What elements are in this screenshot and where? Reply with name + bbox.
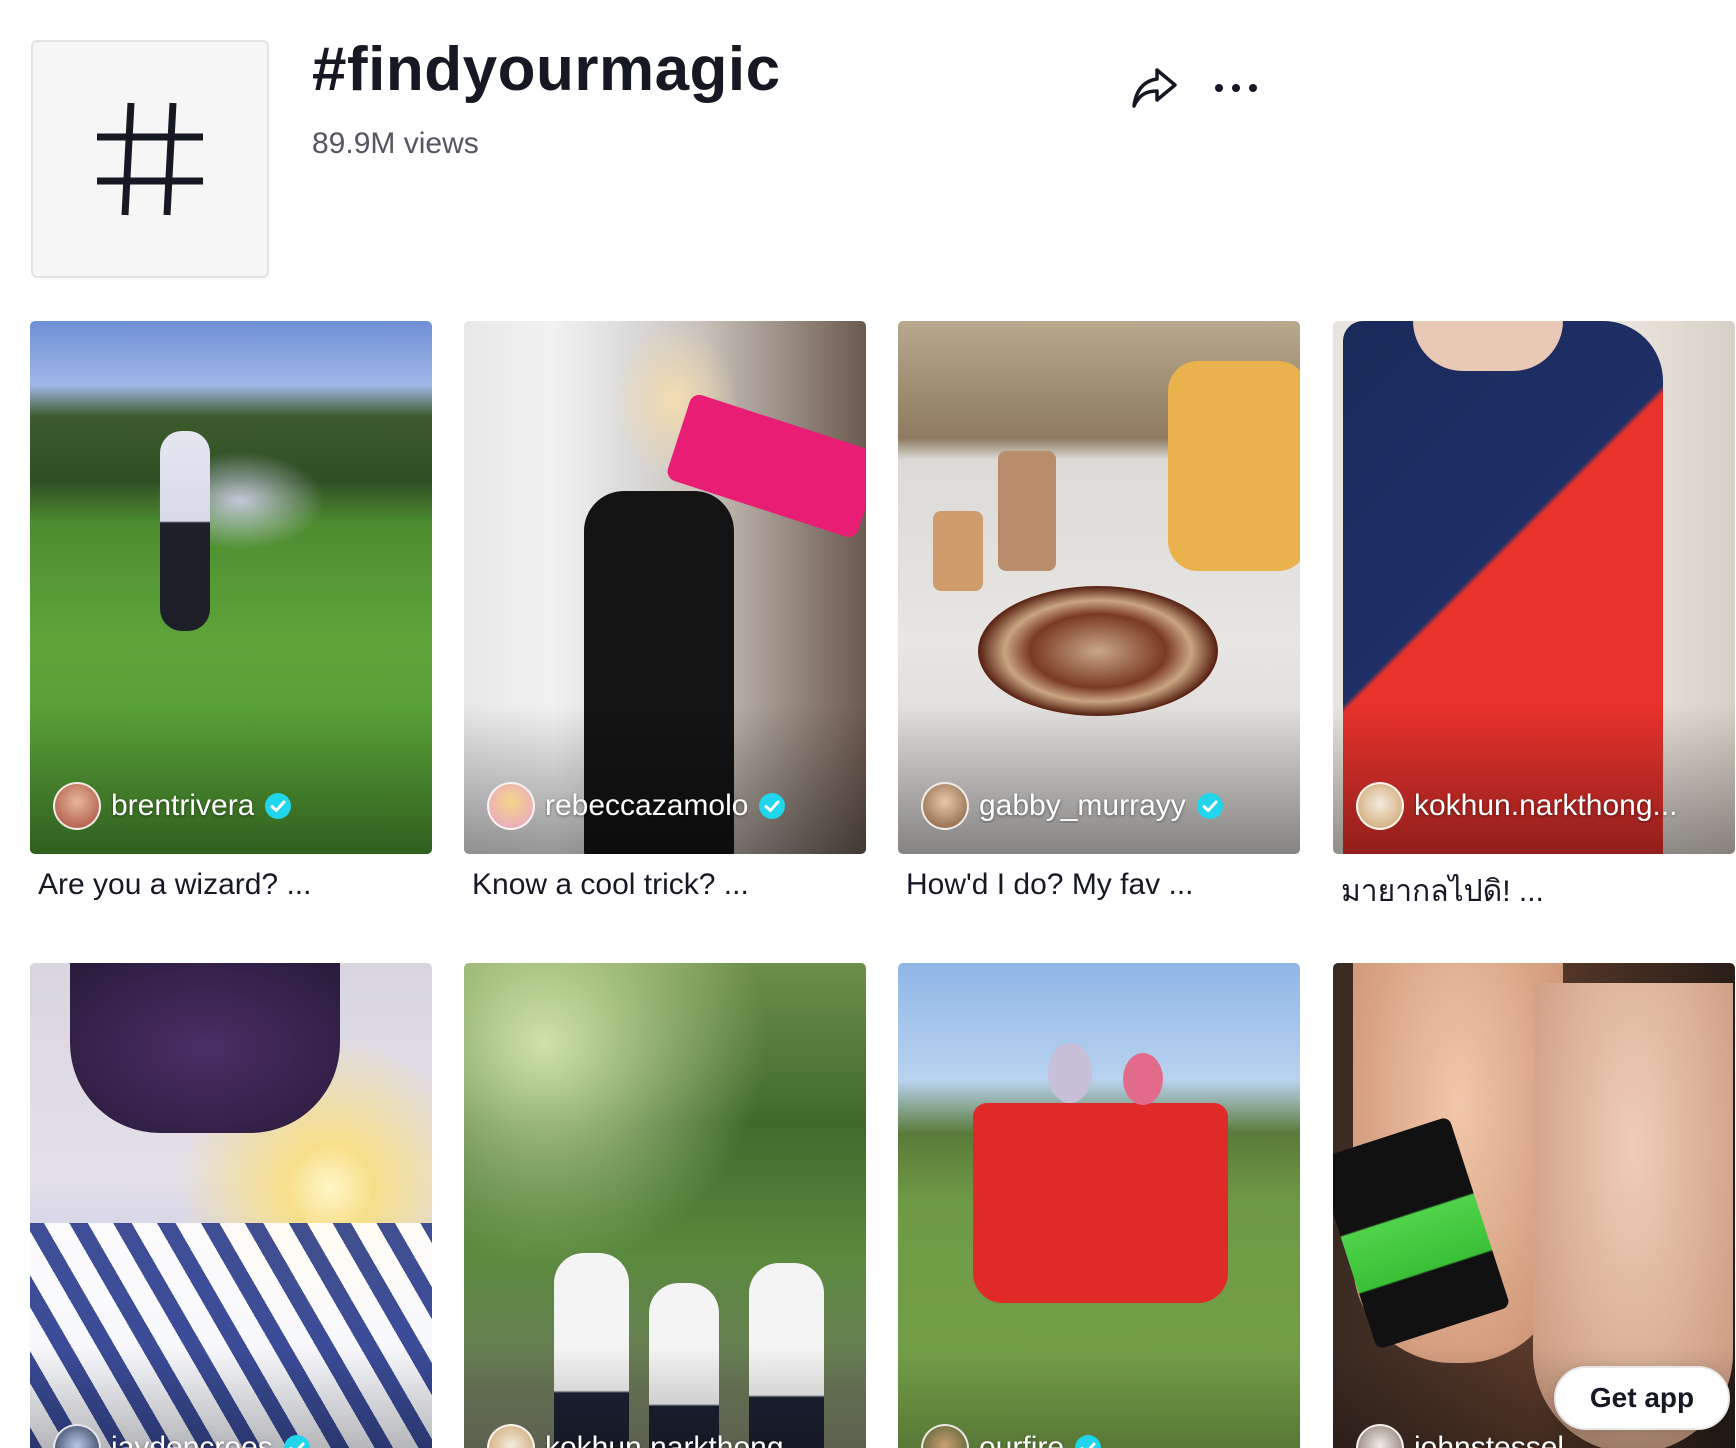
more-horizontal-icon bbox=[1215, 84, 1257, 92]
avatar bbox=[921, 782, 969, 830]
video-card[interactable]: kokhun.narkthong... มายากลไปดิ! ... bbox=[1333, 321, 1735, 915]
avatar bbox=[487, 1424, 535, 1448]
avatar bbox=[53, 782, 101, 830]
verified-badge-icon bbox=[1196, 793, 1223, 819]
video-caption[interactable]: มายากลไปดิ! ... bbox=[1341, 868, 1735, 915]
author-username: kokhun.narkthong bbox=[545, 1431, 784, 1448]
avatar bbox=[1356, 782, 1404, 830]
author-username: jaydencroes bbox=[111, 1431, 273, 1448]
video-author[interactable]: gabby_murrayy bbox=[921, 782, 1286, 830]
page-title: #findyourmagic bbox=[312, 35, 781, 104]
video-thumbnail[interactable]: rebeccazamolo bbox=[464, 321, 866, 854]
video-caption[interactable]: How'd I do? My fav ... bbox=[906, 868, 1300, 902]
avatar bbox=[53, 1424, 101, 1448]
video-thumbnail[interactable]: kokhun.narkthong bbox=[464, 963, 866, 1448]
avatar bbox=[1356, 1424, 1404, 1448]
video-author[interactable]: jaydencroes bbox=[53, 1424, 418, 1448]
more-options-button[interactable] bbox=[1208, 60, 1264, 116]
verified-badge-icon bbox=[283, 1435, 310, 1448]
get-app-button[interactable]: Get app bbox=[1554, 1366, 1730, 1430]
hashtag-page: #findyourmagic 89.9M views brentrivera A… bbox=[0, 0, 1736, 1448]
share-arrow-icon bbox=[1132, 68, 1177, 108]
view-count: 89.9M views bbox=[312, 127, 479, 160]
video-card[interactable]: kokhun.narkthong bbox=[464, 963, 866, 1448]
author-username: kokhun.narkthong... bbox=[1414, 789, 1678, 822]
video-caption[interactable]: Are you a wizard? ... bbox=[38, 868, 432, 902]
video-card[interactable]: rebeccazamolo Know a cool trick? ... bbox=[464, 321, 866, 902]
verified-badge-icon bbox=[759, 793, 786, 819]
video-thumbnail[interactable]: jaydencroes bbox=[30, 963, 432, 1448]
share-button[interactable] bbox=[1126, 60, 1182, 116]
video-author[interactable]: kokhun.narkthong... bbox=[1356, 782, 1721, 830]
hashtag-icon bbox=[97, 102, 203, 216]
video-author[interactable]: rebeccazamolo bbox=[487, 782, 852, 830]
avatar bbox=[487, 782, 535, 830]
video-thumbnail[interactable]: brentrivera bbox=[30, 321, 432, 854]
video-author[interactable]: ourfire bbox=[921, 1424, 1286, 1448]
author-username: brentrivera bbox=[111, 789, 255, 822]
video-caption[interactable]: Know a cool trick? ... bbox=[472, 868, 866, 902]
hashtag-cover bbox=[31, 40, 269, 278]
avatar bbox=[921, 1424, 969, 1448]
video-card[interactable]: ourfire bbox=[898, 963, 1300, 1448]
verified-badge-icon bbox=[265, 793, 292, 819]
video-card[interactable]: gabby_murrayy How'd I do? My fav ... bbox=[898, 321, 1300, 902]
author-username: johnstessel bbox=[1414, 1431, 1565, 1448]
video-author[interactable]: kokhun.narkthong bbox=[487, 1424, 852, 1448]
author-username: rebeccazamolo bbox=[545, 789, 749, 822]
video-card[interactable]: brentrivera Are you a wizard? ... bbox=[30, 321, 432, 902]
video-card[interactable]: jaydencroes bbox=[30, 963, 432, 1448]
video-thumbnail[interactable]: kokhun.narkthong... bbox=[1333, 321, 1735, 854]
video-thumbnail[interactable]: ourfire bbox=[898, 963, 1300, 1448]
author-username: ourfire bbox=[979, 1431, 1065, 1448]
video-author[interactable]: brentrivera bbox=[53, 782, 418, 830]
verified-badge-icon bbox=[1075, 1435, 1102, 1448]
video-thumbnail[interactable]: gabby_murrayy bbox=[898, 321, 1300, 854]
author-username: gabby_murrayy bbox=[979, 789, 1186, 822]
